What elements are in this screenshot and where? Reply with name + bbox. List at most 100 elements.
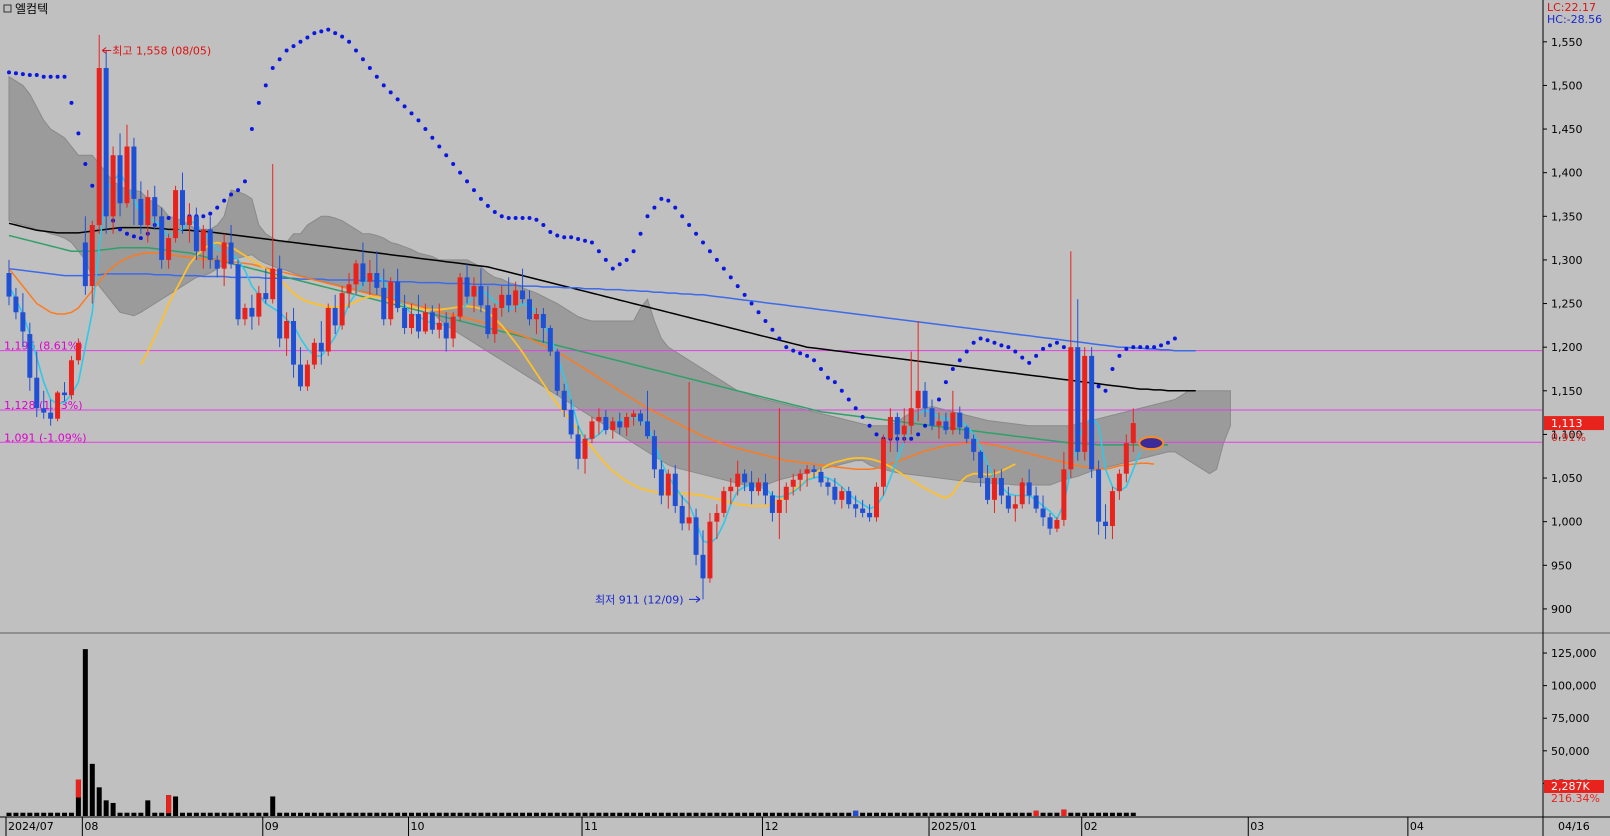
volume-bar (277, 812, 283, 816)
psar-dot (978, 336, 983, 341)
candle-body (1123, 443, 1129, 474)
psar-dot (437, 144, 442, 149)
price-tick-label: 1,200 (1551, 341, 1583, 354)
volume-bar (138, 812, 144, 816)
psar-dot (69, 100, 74, 105)
volume-bar (582, 812, 588, 816)
volume-bar (409, 812, 415, 816)
volume-pct-tag: 216.34% (1551, 792, 1600, 805)
psar-dot (520, 216, 525, 221)
psar-dot (798, 351, 803, 356)
volume-bar (221, 812, 227, 816)
candle-body (339, 293, 345, 326)
volume-bar (395, 812, 401, 816)
volume-bar-cap (166, 795, 172, 814)
volume-bar (499, 812, 505, 816)
volume-bar (464, 812, 470, 816)
psar-dot (1054, 340, 1059, 345)
volume-bar (367, 812, 373, 816)
volume-bar (422, 812, 428, 816)
candle-body (540, 314, 546, 328)
candle-body (860, 508, 866, 513)
volume-bar (561, 812, 567, 816)
volume-bar (596, 812, 602, 816)
psar-dot (548, 230, 553, 235)
candle-body (166, 238, 172, 260)
psar-dot (1159, 343, 1164, 348)
candle-body (415, 314, 421, 332)
psar-dot (1172, 336, 1177, 341)
candle-body (34, 377, 40, 409)
volume-bar (346, 812, 352, 816)
psar-dot (298, 39, 303, 44)
psar-dot (721, 266, 726, 271)
volume-bar (353, 812, 359, 816)
psar-dot (215, 205, 220, 210)
psar-dot (1117, 353, 1122, 358)
volume-bar (513, 812, 519, 816)
candle-body (457, 277, 463, 317)
volume-bar (193, 812, 199, 816)
psar-dot (374, 74, 379, 79)
psar-dot (971, 340, 976, 345)
psar-dot (277, 57, 282, 62)
candle-body (207, 229, 213, 260)
candle-body (603, 416, 609, 431)
volume-bar (610, 812, 616, 816)
psar-dot (263, 83, 268, 88)
volume-bar (915, 812, 921, 816)
candle-body (402, 307, 408, 328)
candle-body (547, 327, 553, 352)
high-arrow (101, 47, 112, 54)
psar-dot (27, 72, 32, 77)
psar-dot (728, 275, 733, 280)
psar-dot (430, 135, 435, 140)
volume-bar (27, 812, 33, 816)
psar-dot (1048, 343, 1052, 348)
psar-dot (867, 423, 872, 428)
candle-body (353, 263, 359, 285)
candle-body (707, 521, 713, 579)
candle-body (901, 425, 907, 435)
volume-bar (957, 812, 963, 816)
candle-body (325, 307, 331, 352)
volume-bar (533, 812, 539, 816)
volume-bar (818, 812, 824, 816)
candle-body (1047, 517, 1053, 529)
candle-body (998, 478, 1004, 496)
volume-bar (41, 812, 47, 816)
volume-bar (901, 812, 907, 816)
candle-body (776, 499, 782, 513)
volume-bar (756, 812, 762, 816)
candle-body (797, 473, 803, 480)
volume-bar (311, 812, 317, 816)
volume-bar (686, 812, 692, 816)
psar-dot (645, 214, 650, 219)
volume-bar (603, 812, 609, 816)
candle-body (124, 146, 130, 204)
psar-dot (76, 131, 81, 136)
candle-body (242, 307, 248, 320)
volume-bar (485, 812, 491, 816)
psar-dot (34, 72, 39, 77)
psar-dot (1110, 366, 1115, 371)
psar-dot (853, 406, 858, 411)
candle-body (1075, 347, 1081, 452)
candle-body (867, 512, 873, 518)
psar-dot (506, 216, 511, 221)
candle-body (311, 342, 317, 365)
candle-body (1082, 355, 1088, 452)
volume-bar (804, 812, 810, 816)
volume-bar (700, 812, 706, 816)
psar-dot (694, 231, 699, 236)
psar-dot (118, 227, 123, 232)
candle-body (756, 482, 762, 492)
price-tag: 1,113 (1551, 417, 1583, 430)
psar-dot (284, 48, 289, 53)
volume-bar (360, 812, 366, 816)
volume-bar (922, 812, 928, 816)
psar-dot (777, 336, 782, 341)
psar-dot (229, 192, 234, 197)
psar-dot (423, 127, 428, 132)
volume-bar (374, 812, 380, 816)
